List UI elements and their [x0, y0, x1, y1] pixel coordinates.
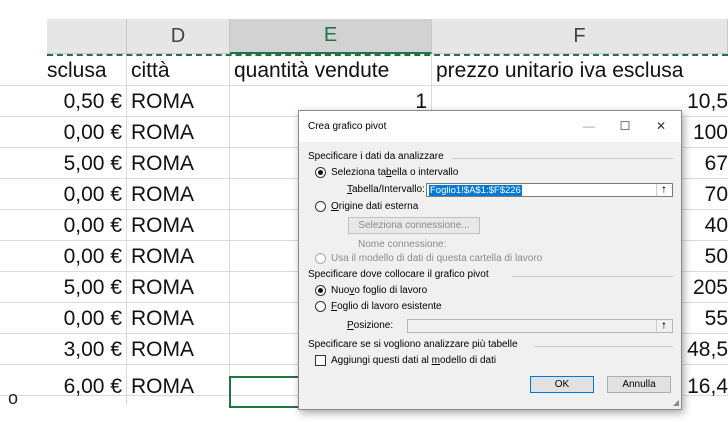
radio-existing-worksheet[interactable]: Foglio di lavoro esistente	[315, 301, 442, 312]
range-input[interactable]: Foglio1!$A$1:$F$226 ⭡	[426, 183, 673, 197]
radio-unselected-icon[interactable]	[315, 201, 326, 212]
cell-sconto[interactable]: 0,00 €	[47, 210, 127, 241]
range-input-value: Foglio1!$A$1:$F$226	[429, 185, 522, 196]
cell-citta[interactable]: ROMA	[127, 241, 230, 272]
column-header-e[interactable]: E	[230, 19, 432, 54]
header-cell-citta[interactable]: città	[127, 55, 230, 86]
cell-sconto[interactable]: 0,50 €	[47, 86, 127, 117]
minimize-icon[interactable]: —	[576, 115, 602, 137]
dialog-title: Crea grafico pivot	[308, 121, 387, 132]
copy-marquee	[47, 54, 728, 56]
close-icon[interactable]: ✕	[648, 115, 674, 137]
section-data-source: Specificare i dati da analizzare	[308, 151, 444, 162]
section-placement: Specificare dove collocare il grafico pi…	[308, 269, 489, 280]
position-input[interactable]: ⭡	[407, 319, 673, 333]
cell-sconto[interactable]: 5,00 €	[47, 148, 127, 179]
table-header-row: sclusa città quantità vendute prezzo uni…	[0, 55, 728, 86]
bullet-marker: o	[8, 388, 19, 408]
cell-citta[interactable]: ROMA	[127, 117, 230, 148]
cell-sconto[interactable]: 0,00 €	[47, 303, 127, 334]
section-divider	[452, 158, 673, 159]
radio-selected-icon[interactable]	[315, 167, 326, 178]
radio-selected-icon[interactable]	[315, 285, 326, 296]
radio-disabled-icon[interactable]	[315, 253, 326, 264]
cell-citta[interactable]: ROMA	[127, 272, 230, 303]
position-label: Posizione:	[347, 320, 394, 331]
select-connection-button[interactable]: Seleziona connessione...	[348, 217, 480, 234]
maximize-icon[interactable]: ☐	[612, 115, 638, 137]
cell-sconto[interactable]: 5,00 €	[47, 272, 127, 303]
radio-new-worksheet[interactable]: Nuovo foglio di lavoro	[315, 285, 427, 296]
checkbox-icon[interactable]	[315, 355, 326, 366]
header-cell-c[interactable]: sclusa	[47, 55, 127, 86]
checkbox-add-to-model[interactable]: Aggiungi questi dati al modello di dati	[315, 355, 496, 366]
collapse-dialog-icon[interactable]: ⭡	[656, 320, 671, 332]
column-header-f[interactable]: F	[432, 19, 728, 54]
cell-citta[interactable]: ROMA	[127, 334, 230, 365]
radio-select-range-label: Seleziona tabella o intervallo	[331, 167, 459, 178]
section-divider	[512, 276, 673, 277]
radio-unselected-icon[interactable]	[315, 301, 326, 312]
cancel-button[interactable]: Annulla	[607, 376, 671, 393]
cell-citta[interactable]: ROMA	[127, 86, 230, 117]
collapse-dialog-icon[interactable]: ⭡	[656, 184, 671, 196]
cell-citta[interactable]: ROMA	[127, 210, 230, 241]
cell-sconto[interactable]: 6,00 €	[47, 365, 127, 405]
column-header-d[interactable]: D	[127, 19, 230, 54]
header-cell-quantita[interactable]: quantità vendute	[230, 55, 432, 86]
column-header-c[interactable]	[47, 19, 127, 54]
radio-select-range[interactable]: Seleziona tabella o intervallo	[315, 167, 458, 178]
cell-sconto[interactable]: 0,00 €	[47, 241, 127, 272]
cell-sconto[interactable]: 0,00 €	[47, 179, 127, 210]
cell-sconto[interactable]: 3,00 €	[47, 334, 127, 365]
cell-citta[interactable]: ROMA	[127, 365, 230, 405]
section-divider	[534, 346, 673, 347]
section-multiple-tables: Specificare se si vogliono analizzare pi…	[308, 339, 518, 350]
range-label: Tabella/Intervallo:	[347, 184, 425, 195]
connection-name-label: Nome connessione:	[358, 239, 447, 250]
radio-use-data-model[interactable]: Usa il modello di dati di questa cartell…	[315, 253, 542, 264]
cell-citta[interactable]: ROMA	[127, 179, 230, 210]
dialog-titlebar[interactable]: Crea grafico pivot — ☐ ✕	[299, 111, 681, 142]
cell-citta[interactable]: ROMA	[127, 148, 230, 179]
radio-external-source[interactable]: Origine dati esterna	[315, 201, 418, 212]
header-cell-prezzo[interactable]: prezzo unitario iva esclusa	[432, 55, 728, 86]
ok-button[interactable]: OK	[530, 376, 594, 393]
cell-citta[interactable]: ROMA	[127, 303, 230, 334]
resize-grip-icon[interactable]: ◢	[673, 398, 679, 407]
create-pivot-chart-dialog: Crea grafico pivot — ☐ ✕ Specificare i d…	[298, 110, 682, 410]
cell-sconto[interactable]: 0,00 €	[47, 117, 127, 148]
